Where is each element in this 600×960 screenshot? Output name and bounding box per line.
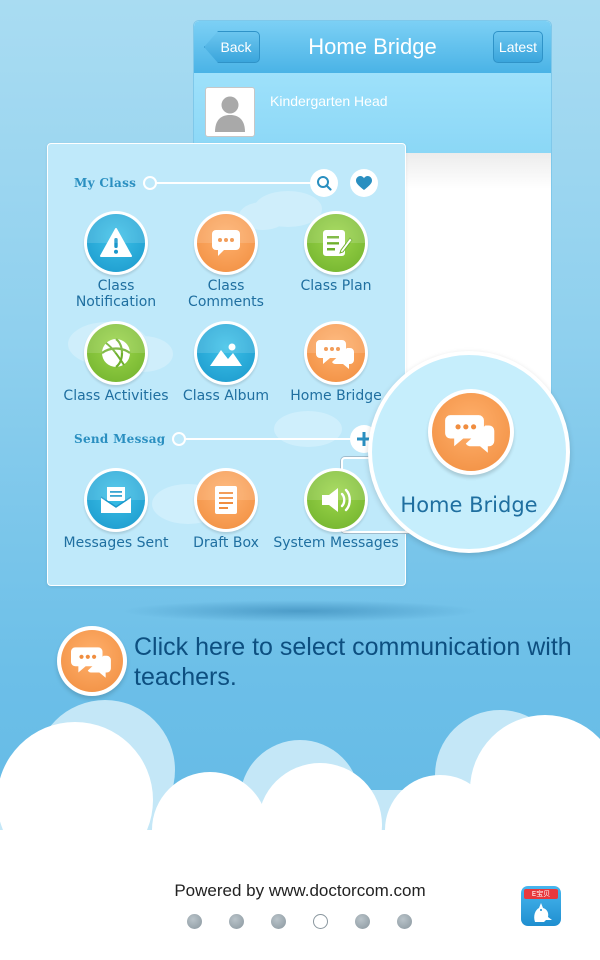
picture-icon xyxy=(197,324,255,382)
tile-icon-frame xyxy=(304,468,368,532)
tile-icon-frame xyxy=(84,321,148,385)
chat-bubbles-icon xyxy=(307,324,365,382)
panel-shadow xyxy=(120,600,480,622)
page-dot[interactable] xyxy=(187,914,202,929)
tile-class-plan[interactable]: Class Plan xyxy=(281,211,391,294)
tile-messages-sent[interactable]: Messages Sent xyxy=(61,468,171,551)
tile-home-bridge[interactable]: Home Bridge xyxy=(281,321,391,404)
latest-button[interactable]: Latest xyxy=(493,31,543,63)
tile-icon-frame xyxy=(84,211,148,275)
tile-label: Class Album xyxy=(182,388,270,404)
page-dot[interactable] xyxy=(271,914,286,929)
page-indicator xyxy=(0,914,600,932)
chat-bubbles-icon xyxy=(61,630,123,692)
my-class-divider xyxy=(156,182,312,184)
tile-icon-frame xyxy=(194,468,258,532)
app-logo-badge: E宝贝 xyxy=(524,889,558,899)
send-message-divider xyxy=(185,438,355,440)
tile-label: Class Notification xyxy=(75,278,157,310)
plan-edit-icon xyxy=(307,214,365,272)
page-dot[interactable] xyxy=(397,914,412,929)
app-logo: E宝贝 xyxy=(521,886,561,926)
contact-name: Kindergarten Head xyxy=(270,93,388,109)
tile-label: Home Bridge xyxy=(290,388,382,404)
tile-label: Draft Box xyxy=(193,535,259,551)
page-dot[interactable] xyxy=(355,914,370,929)
page-dot-active[interactable] xyxy=(313,914,328,929)
my-class-label: My Class xyxy=(74,176,137,190)
user-silhouette-icon xyxy=(215,96,245,132)
send-message-header: Send Messag xyxy=(74,427,166,451)
favorite-button[interactable] xyxy=(350,169,378,197)
menu-panel: My Class Class Notification Class Commen… xyxy=(47,143,423,586)
tile-label: Messages Sent xyxy=(63,535,169,551)
search-icon xyxy=(317,176,332,191)
ball-icon xyxy=(87,324,145,382)
instruction-text: Click here to select communication with … xyxy=(134,633,572,691)
send-message-label: Send Messag xyxy=(74,432,166,446)
phone-header: Back Home Bridge Latest xyxy=(194,21,551,73)
phone-title: Home Bridge xyxy=(308,34,437,59)
tile-icon-frame xyxy=(304,321,368,385)
tile-label: System Messages xyxy=(273,535,399,551)
tile-class-album[interactable]: Class Album xyxy=(171,321,281,404)
warning-icon xyxy=(87,214,145,272)
tile-icon-frame xyxy=(304,211,368,275)
tile-icon-frame xyxy=(194,321,258,385)
contact-row[interactable]: Kindergarten Head xyxy=(194,73,551,153)
comment-icon xyxy=(197,214,255,272)
back-button[interactable]: Back xyxy=(204,31,260,63)
my-class-header: My Class xyxy=(74,171,136,195)
envelope-icon xyxy=(87,471,145,529)
tile-label: Class Plan xyxy=(300,278,372,294)
my-class-knob xyxy=(143,176,157,190)
tile-label: Class Activities xyxy=(63,388,169,404)
magnifier-callout: Home Bridge xyxy=(368,351,570,553)
tile-draft-box[interactable]: Draft Box xyxy=(171,468,281,551)
tile-class-comments[interactable]: Class Comments xyxy=(171,211,281,310)
powered-by: Powered by www.doctorcom.com xyxy=(174,881,426,900)
draft-icon xyxy=(197,471,255,529)
page-dot[interactable] xyxy=(229,914,244,929)
chat-bubbles-icon xyxy=(432,393,510,471)
magnifier-label: Home Bridge xyxy=(400,493,538,517)
tile-icon-frame xyxy=(84,468,148,532)
search-button[interactable] xyxy=(310,169,338,197)
kangaroo-icon xyxy=(534,903,552,922)
tile-label: Class Comments xyxy=(188,278,264,310)
tile-icon-frame xyxy=(194,211,258,275)
magnified-icon-frame xyxy=(428,389,514,475)
send-message-knob xyxy=(172,432,186,446)
tile-class-activities[interactable]: Class Activities xyxy=(61,321,171,404)
heart-icon xyxy=(356,175,372,190)
speaker-icon xyxy=(307,471,365,529)
tile-class-notification[interactable]: Class Notification xyxy=(61,211,171,310)
instruction-icon-frame xyxy=(57,626,127,696)
avatar xyxy=(205,87,255,137)
